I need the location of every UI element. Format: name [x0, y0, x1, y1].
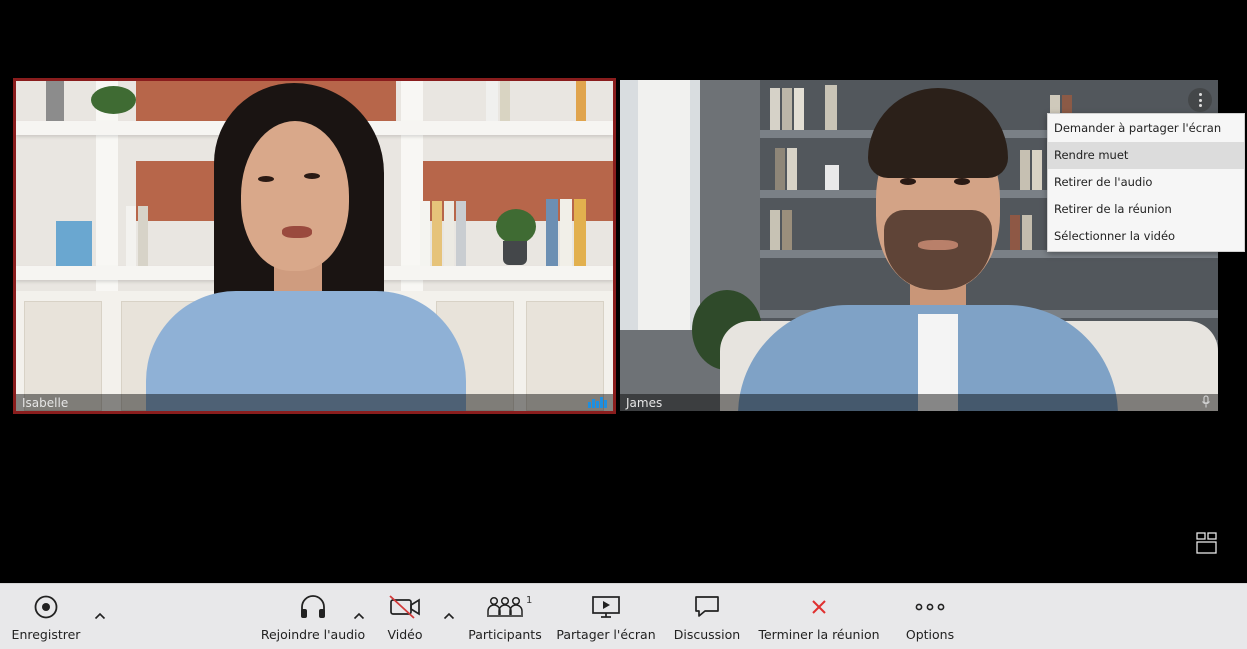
video-label: Vidéo: [387, 627, 423, 642]
share-screen-label: Partager l'écran: [556, 627, 656, 642]
participants-label: Participants: [468, 627, 542, 642]
video-feed: [16, 81, 613, 411]
video-off-icon: [389, 595, 420, 619]
record-label: Enregistrer: [11, 627, 81, 642]
menu-item-select-video[interactable]: Sélectionner la vidéo: [1048, 223, 1244, 250]
participants-icon: [487, 596, 523, 617]
menu-item-remove-from-meeting[interactable]: Retirer de la réunion: [1048, 196, 1244, 223]
participant-name: James: [626, 396, 663, 410]
options-button[interactable]: Options: [900, 584, 960, 649]
end-meeting-label: Terminer la réunion: [758, 627, 880, 642]
join-audio-label: Rejoindre l'audio: [260, 627, 366, 642]
record-icon: [34, 595, 58, 619]
name-bar: Isabelle: [16, 394, 613, 411]
video-stage: Isabelle James Demander à partager l'écr…: [0, 0, 1247, 583]
more-icon: [915, 603, 945, 611]
audio-level-icon: [588, 397, 607, 408]
name-bar: James: [620, 394, 1218, 411]
menu-item-remove-audio[interactable]: Retirer de l'audio: [1048, 169, 1244, 196]
kebab-icon[interactable]: [1188, 88, 1212, 112]
meeting-toolbar: Enregistrer Rejoindre l'audio Vidéo Part…: [0, 583, 1247, 649]
menu-item-mute[interactable]: Rendre muet: [1048, 142, 1244, 169]
video-options-caret[interactable]: [443, 611, 455, 621]
join-audio-button[interactable]: Rejoindre l'audio: [258, 584, 368, 649]
participants-count-badge: 1: [526, 595, 533, 606]
record-button[interactable]: Enregistrer: [8, 584, 84, 649]
end-meeting-button[interactable]: Terminer la réunion: [758, 584, 880, 649]
share-screen-button[interactable]: Partager l'écran: [556, 584, 656, 649]
audio-options-caret[interactable]: [353, 611, 365, 621]
options-label: Options: [905, 627, 955, 642]
chat-icon: [695, 596, 719, 617]
menu-item-ask-share-screen[interactable]: Demander à partager l'écran: [1048, 115, 1244, 142]
record-options-caret[interactable]: [94, 611, 106, 621]
video-tile-isabelle[interactable]: Isabelle: [13, 78, 616, 414]
layout-icon[interactable]: [1196, 532, 1217, 554]
chat-button[interactable]: Discussion: [671, 584, 743, 649]
chat-label: Discussion: [673, 627, 741, 642]
participants-button[interactable]: Participants: [466, 584, 544, 649]
close-icon: [812, 600, 826, 614]
participant-name: Isabelle: [22, 396, 69, 410]
share-screen-icon: [592, 596, 620, 618]
video-button[interactable]: Vidéo: [380, 584, 430, 649]
headphones-icon: [301, 595, 325, 618]
participant-context-menu: Demander à partager l'écran Rendre muet …: [1047, 113, 1245, 252]
microphone-icon: [1202, 395, 1210, 408]
